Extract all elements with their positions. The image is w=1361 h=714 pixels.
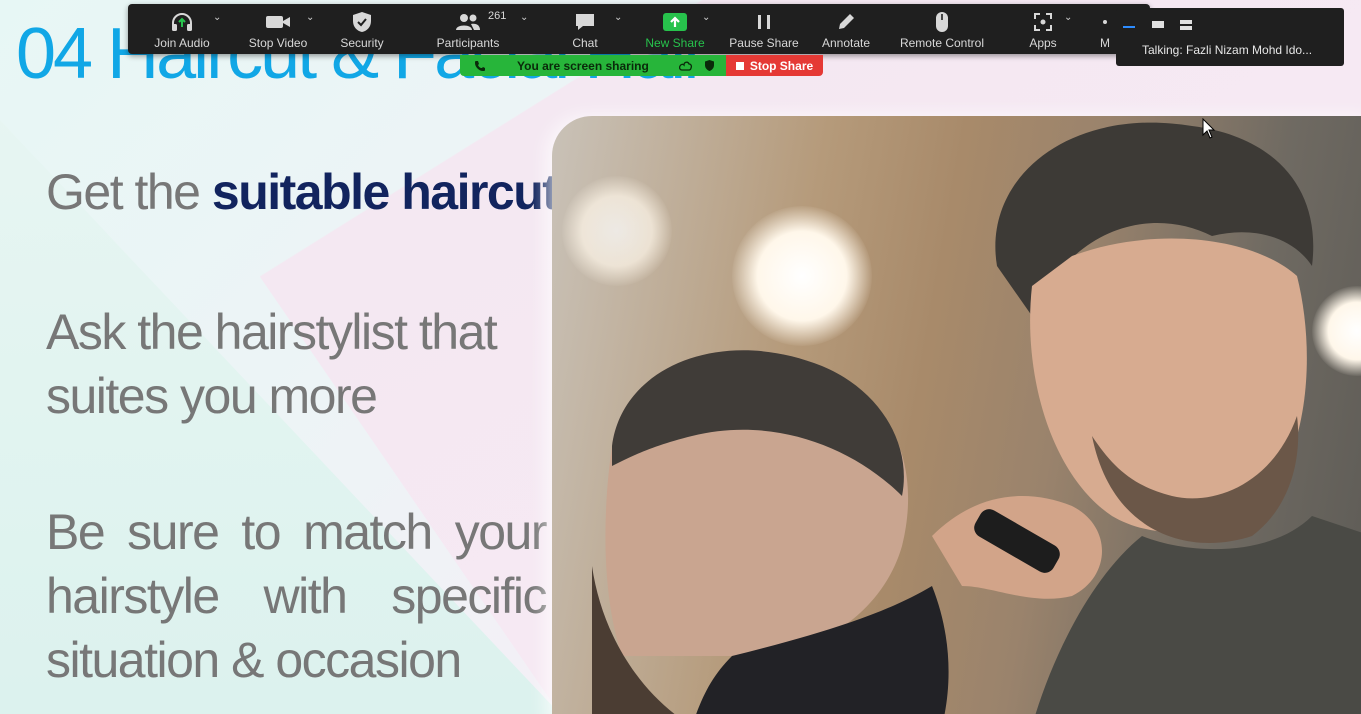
share-options-caret[interactable]: ⌄ bbox=[702, 12, 710, 23]
chat-label: Chat bbox=[572, 36, 598, 50]
bullet-suitable-haircut: Get the suitable haircut bbox=[46, 160, 559, 224]
phone-icon bbox=[475, 61, 485, 71]
more-icon bbox=[1102, 11, 1108, 33]
participants-options-caret[interactable]: ⌄ bbox=[520, 12, 528, 23]
new-share-label: New Share bbox=[645, 36, 705, 50]
chat-bubble-icon bbox=[574, 11, 596, 33]
apps-label: Apps bbox=[1029, 36, 1057, 50]
join-audio-button[interactable]: Join Audio bbox=[148, 4, 216, 54]
chat-button[interactable]: Chat bbox=[560, 4, 610, 54]
annotate-label: Annotate bbox=[821, 36, 871, 50]
bullet1-highlight: suitable haircut bbox=[211, 164, 559, 220]
join-audio-label: Join Audio bbox=[154, 36, 210, 50]
apps-options-caret[interactable]: ⌄ bbox=[1064, 12, 1072, 23]
meeting-toolbar: Join Audio ⌄ Stop Video ⌄ Security Parti… bbox=[128, 4, 1150, 54]
stop-square-icon bbox=[735, 61, 744, 70]
cloud-icon bbox=[679, 61, 693, 71]
chat-options-caret[interactable]: ⌄ bbox=[614, 12, 622, 23]
bullet-match-hairstyle: Be sure to match your hairstyle with spe… bbox=[46, 504, 548, 688]
mouse-cursor-icon bbox=[1202, 118, 1216, 139]
more-label: M bbox=[1100, 36, 1110, 50]
screen-sharing-status: You are screen sharing bbox=[517, 58, 649, 73]
security-button[interactable]: Security bbox=[330, 4, 394, 54]
participants-count: 261 bbox=[488, 10, 507, 22]
mouse-icon bbox=[934, 11, 950, 33]
barber-photo bbox=[552, 116, 1361, 714]
stop-video-button[interactable]: Stop Video bbox=[244, 4, 312, 54]
talking-indicator-panel: Talking: Fazli Nizam Mohd Ido... bbox=[1116, 8, 1344, 66]
pause-share-label: Pause Share bbox=[729, 36, 799, 50]
participants-label: Participants bbox=[436, 36, 500, 50]
screen-sharing-banner[interactable]: You are screen sharing bbox=[460, 55, 726, 76]
stop-video-label: Stop Video bbox=[248, 36, 308, 50]
audio-options-caret[interactable]: ⌄ bbox=[213, 12, 221, 23]
restore-view-icon[interactable] bbox=[1151, 19, 1165, 29]
headphones-icon bbox=[170, 11, 194, 33]
remote-control-button[interactable]: Remote Control bbox=[894, 4, 990, 54]
apps-button[interactable]: Apps bbox=[1018, 4, 1068, 54]
slide: 04 Haircut & Facial Hair Get the suitabl… bbox=[0, 0, 1361, 714]
video-options-caret[interactable]: ⌄ bbox=[306, 12, 314, 23]
annotate-button[interactable]: Annotate bbox=[814, 4, 878, 54]
pause-share-button[interactable]: Pause Share bbox=[726, 4, 802, 54]
barber-scene-illustration bbox=[592, 122, 1361, 714]
apps-icon bbox=[1033, 11, 1053, 33]
stop-share-label: Stop Share bbox=[749, 58, 814, 73]
share-arrow-icon bbox=[662, 11, 688, 33]
pause-icon bbox=[755, 11, 773, 33]
talking-label: Talking: Fazli Nizam Mohd Ido... bbox=[1142, 43, 1313, 57]
bullet-ask-hairstylist: Ask the hairstylist that suites you more bbox=[46, 304, 498, 424]
people-icon bbox=[454, 11, 482, 33]
shield-icon bbox=[705, 60, 714, 71]
minimize-icon[interactable] bbox=[1122, 19, 1136, 29]
gallery-view-icon[interactable] bbox=[1179, 19, 1193, 31]
bullet1-prefix: Get the bbox=[46, 164, 212, 220]
security-label: Security bbox=[340, 36, 384, 50]
new-share-button[interactable]: New Share bbox=[640, 4, 710, 54]
pencil-icon bbox=[836, 11, 856, 33]
remote-control-label: Remote Control bbox=[899, 36, 985, 50]
stop-share-button[interactable]: Stop Share bbox=[726, 55, 823, 76]
shield-icon bbox=[352, 11, 372, 33]
video-camera-icon bbox=[265, 11, 291, 33]
